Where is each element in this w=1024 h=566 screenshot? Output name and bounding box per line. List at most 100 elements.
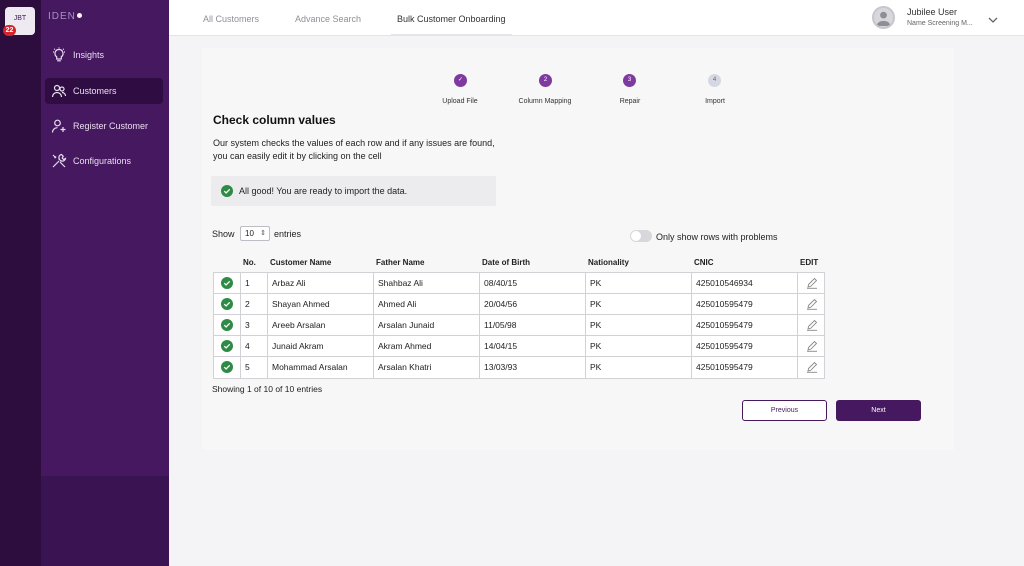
cell-customer-name[interactable]: Junaid Akram [267,336,373,357]
sidebar-item-register-customer[interactable]: Register Customer [45,113,163,139]
sidebar-item-customers[interactable]: Customers [45,78,163,104]
edit-cell[interactable] [797,273,825,294]
check-circle-icon [221,319,233,331]
table-row: 3 Areeb Arsalan Arsalan Junaid 11/05/98 … [214,315,824,336]
cell-date-of-birth[interactable]: 13/03/93 [479,357,585,378]
check-circle-icon [221,298,233,310]
column-header-customer-name: Customer Name [270,258,332,267]
next-button[interactable]: Next [836,400,921,421]
cell-nationality[interactable]: PK [585,294,691,315]
cell-customer-name[interactable]: Shayan Ahmed [267,294,373,315]
sidebar-item-label: Configurations [73,156,132,166]
tab-advance-search[interactable]: Advance Search [295,0,361,36]
column-header-no: No. [243,258,256,267]
sidebar-item-insights[interactable]: Insights [45,42,163,68]
cell-father-name[interactable]: Arsalan Khatri [373,357,479,378]
pencil-icon[interactable] [806,277,818,289]
column-header-father-name: Father Name [376,258,425,267]
description-line-2: you can easily edit it by clicking on th… [213,151,382,161]
cell-customer-name[interactable]: Mohammad Arsalan [267,357,373,378]
cell-no[interactable]: 5 [240,357,267,378]
cell-date-of-birth[interactable]: 11/05/98 [479,315,585,336]
cell-father-name[interactable]: Akram Ahmed [373,336,479,357]
edit-cell[interactable] [797,336,825,357]
pencil-icon[interactable] [806,340,818,352]
brand-name: IDEN [48,11,76,22]
cell-cnic[interactable]: 425010595479 [691,294,797,315]
status-cell [214,315,240,336]
step-2-indicator: 2 [539,74,552,87]
pencil-icon[interactable] [806,319,818,331]
chevron-down-icon[interactable] [987,12,999,23]
lightbulb-icon [51,47,67,63]
cell-no[interactable]: 2 [240,294,267,315]
cell-date-of-birth[interactable]: 20/04/56 [479,294,585,315]
pagination-info: Showing 1 of 10 of 10 entries [212,384,323,394]
user-plus-icon [51,118,67,134]
pencil-icon[interactable] [806,298,818,310]
table-row: 4 Junaid Akram Akram Ahmed 14/04/15 PK 4… [214,336,824,357]
edit-cell[interactable] [797,315,825,336]
cell-nationality[interactable]: PK [585,357,691,378]
cell-nationality[interactable]: PK [585,315,691,336]
status-cell [214,294,240,315]
cell-cnic[interactable]: 425010595479 [691,315,797,336]
table-row: 5 Mohammad Arsalan Arsalan Khatri 13/03/… [214,357,824,378]
check-circle-icon [221,361,233,373]
user-avatar-icon [876,11,891,27]
column-header-nationality: Nationality [588,258,629,267]
sidebar-item-label: Register Customer [73,121,149,131]
table-row: 1 Arbaz Ali Shahbaz Ali 08/40/15 PK 4250… [214,273,824,294]
page-description: Our system checks the values of each row… [213,137,553,163]
edit-cell[interactable] [797,294,825,315]
cell-no[interactable]: 1 [240,273,267,294]
sidebar-item-label: Insights [73,50,105,60]
entries-label: entries [274,229,302,239]
cell-father-name[interactable]: Arsalan Junaid [373,315,479,336]
cell-customer-name[interactable]: Arbaz Ali [267,273,373,294]
bulk-onboarding-card: ✓ Upload File 2 Column Mapping 3 Repair … [202,48,954,450]
pencil-icon[interactable] [806,361,818,373]
status-cell [214,336,240,357]
problems-toggle-label: Only show rows with problems [656,232,778,242]
check-circle-icon [221,340,233,352]
sidebar-footer [41,476,169,566]
cell-cnic[interactable]: 425010595479 [691,357,797,378]
description-line-1: Our system checks the values of each row… [213,138,495,148]
user-role: Name Screening M... [907,20,973,27]
page-title: Check column values [213,113,336,127]
step-2-label: Column Mapping [518,98,572,105]
edit-cell[interactable] [797,357,825,378]
cell-date-of-birth[interactable]: 14/04/15 [479,336,585,357]
tools-icon [51,153,67,169]
sidebar: IDEN Insights Customers Register Custome… [41,0,169,566]
tab-all-customers[interactable]: All Customers [203,0,259,36]
tab-bulk-customer-onboarding[interactable]: Bulk Customer Onboarding [391,0,512,36]
previous-button[interactable]: Previous [742,400,827,421]
check-circle-icon [221,277,233,289]
status-cell [214,357,240,378]
sidebar-item-configurations[interactable]: Configurations [45,148,163,174]
cell-father-name[interactable]: Shahbaz Ali [373,273,479,294]
sidebar-item-label: Customers [73,86,117,96]
step-4-indicator: 4 [708,74,721,87]
avatar[interactable] [872,6,895,29]
cell-cnic[interactable]: 425010595479 [691,336,797,357]
step-1-indicator: ✓ [454,74,467,87]
cell-no[interactable]: 3 [240,315,267,336]
cell-nationality[interactable]: PK [585,273,691,294]
cell-cnic[interactable]: 425010546934 [691,273,797,294]
problems-toggle[interactable] [630,230,652,242]
toggle-knob [631,231,641,241]
column-header-cnic: CNIC [694,258,714,267]
step-3-label: Repair [619,98,641,105]
entries-select[interactable]: 10 ⇕ [240,226,270,241]
cell-date-of-birth[interactable]: 08/40/15 [479,273,585,294]
column-header-edit: EDIT [800,258,819,267]
cell-nationality[interactable]: PK [585,336,691,357]
cell-no[interactable]: 4 [240,336,267,357]
app-rail: JBT 22 [0,0,41,566]
cell-father-name[interactable]: Ahmed Ali [373,294,479,315]
cell-customer-name[interactable]: Areeb Arsalan [267,315,373,336]
show-label: Show [212,229,235,239]
